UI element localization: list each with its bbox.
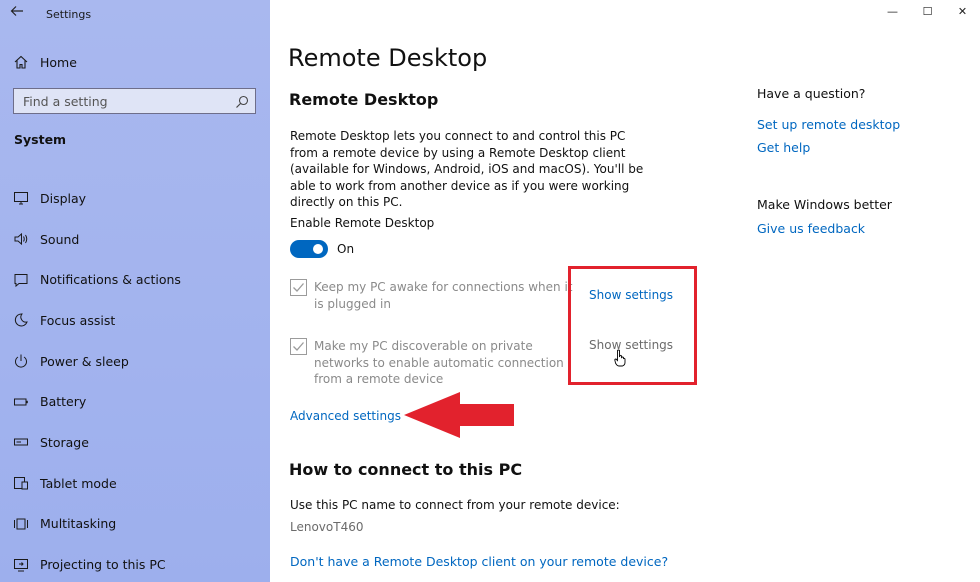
checkmark-icon: [293, 283, 304, 292]
home-icon: [12, 53, 30, 71]
how-to-connect-heading: How to connect to this PC: [289, 460, 523, 479]
app-title: Settings: [46, 8, 92, 21]
window-controls: — ☐ ✕: [875, 0, 980, 22]
main-content: — ☐ ✕ Remote Desktop Remote Desktop Remo…: [270, 0, 980, 582]
search-input[interactable]: [14, 89, 224, 113]
sidebar-item-projecting[interactable]: Projecting to this PC: [12, 544, 181, 582]
sidebar-item-label: Multitasking: [40, 516, 117, 532]
sidebar-item-label: Display: [40, 190, 87, 206]
section-title: System: [14, 132, 67, 147]
enable-remote-desktop-label: Enable Remote Desktop: [290, 216, 435, 230]
notifications-icon: [12, 271, 30, 289]
use-pc-name-label: Use this PC name to connect from your re…: [290, 498, 620, 512]
sidebar-item-display[interactable]: Display: [12, 178, 181, 219]
projecting-icon: [12, 556, 30, 574]
page-title: Remote Desktop: [288, 44, 488, 72]
annotation-highlight-box: [568, 266, 697, 385]
checkmark-icon: [293, 342, 304, 351]
settings-window: Settings Home System Display: [0, 0, 980, 582]
get-help-link[interactable]: Get help: [757, 140, 900, 155]
help-panel: Have a question? Set up remote desktop G…: [757, 86, 900, 236]
sidebar-item-focus-assist[interactable]: Focus assist: [12, 300, 181, 341]
sidebar-item-label: Battery: [40, 394, 87, 410]
pc-name-value: LenovoT460: [290, 520, 364, 534]
display-icon: [12, 189, 30, 207]
keep-awake-checkbox[interactable]: [290, 279, 307, 296]
sidebar-item-multitasking[interactable]: Multitasking: [12, 504, 181, 545]
keep-awake-option: Keep my PC awake for connections when it…: [290, 279, 576, 312]
nav-list: Display Sound Notifications & actions Fo…: [12, 178, 181, 582]
section-heading: Remote Desktop: [289, 90, 439, 109]
search-box[interactable]: [13, 88, 256, 114]
toggle-knob: [313, 244, 323, 254]
back-arrow-icon[interactable]: [10, 4, 26, 20]
question-heading: Have a question?: [757, 86, 866, 101]
minimize-button[interactable]: —: [875, 0, 910, 22]
sidebar-item-sound[interactable]: Sound: [12, 219, 181, 260]
search-icon[interactable]: [235, 94, 249, 108]
discoverable-checkbox[interactable]: [290, 338, 307, 355]
discoverable-label: Make my PC discoverable on private netwo…: [314, 339, 564, 386]
sound-icon: [12, 230, 30, 248]
sidebar-item-label: Storage: [40, 434, 89, 450]
power-icon: [12, 352, 30, 370]
nav-home[interactable]: Home: [12, 52, 77, 72]
sidebar-item-battery[interactable]: Battery: [12, 381, 181, 422]
annotation-arrow-icon: [404, 392, 514, 442]
sidebar-item-tablet-mode[interactable]: Tablet mode: [12, 463, 181, 504]
sidebar-item-label: Tablet mode: [40, 475, 117, 491]
sidebar-item-label: Sound: [40, 231, 80, 247]
make-windows-better-heading: Make Windows better: [757, 197, 892, 212]
sidebar-item-label: Notifications & actions: [40, 272, 181, 288]
battery-icon: [12, 393, 30, 411]
focus-assist-icon: [12, 311, 30, 329]
sidebar-item-storage[interactable]: Storage: [12, 422, 181, 463]
sidebar-item-notifications[interactable]: Notifications & actions: [12, 259, 181, 300]
advanced-settings-link[interactable]: Advanced settings: [290, 409, 401, 423]
give-feedback-link[interactable]: Give us feedback: [757, 221, 900, 236]
sidebar: Settings Home System Display: [0, 0, 270, 582]
keep-awake-label: Keep my PC awake for connections when it…: [314, 280, 573, 311]
setup-remote-desktop-link[interactable]: Set up remote desktop: [757, 117, 900, 132]
home-label: Home: [40, 54, 77, 70]
remote-client-link[interactable]: Don't have a Remote Desktop client on yo…: [290, 554, 668, 569]
sidebar-item-power-sleep[interactable]: Power & sleep: [12, 341, 181, 382]
multitasking-icon: [12, 515, 30, 533]
maximize-button[interactable]: ☐: [910, 0, 945, 22]
enable-remote-desktop-toggle[interactable]: [290, 240, 328, 258]
description-text: Remote Desktop lets you connect to and c…: [290, 129, 644, 209]
close-button[interactable]: ✕: [945, 0, 980, 22]
sidebar-item-label: Focus assist: [40, 312, 116, 328]
toggle-state-label: On: [337, 242, 355, 256]
tablet-mode-icon: [12, 474, 30, 492]
sidebar-item-label: Power & sleep: [40, 353, 129, 369]
discoverable-option: Make my PC discoverable on private netwo…: [290, 338, 576, 388]
hand-cursor-icon: [614, 349, 626, 371]
sidebar-item-label: Projecting to this PC: [40, 557, 166, 573]
storage-icon: [12, 433, 30, 451]
